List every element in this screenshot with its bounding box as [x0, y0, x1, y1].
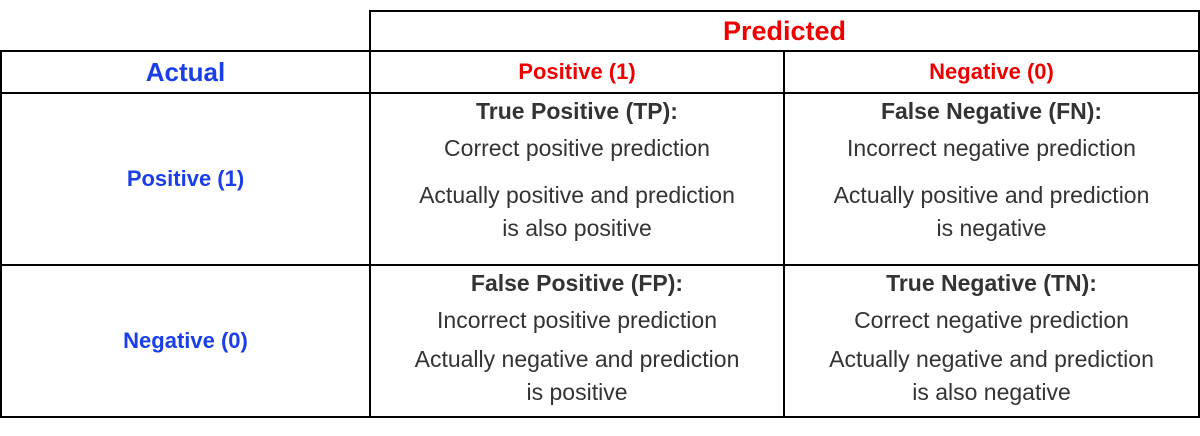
grid-line-bottom	[0, 416, 1200, 418]
row-header-negative: Negative (0)	[123, 328, 248, 353]
column-header-positive: Positive (1)	[518, 59, 636, 84]
fp-title: False Positive (FP):	[470, 270, 684, 296]
fn-long-description: Actually positive and prediction is nega…	[834, 179, 1150, 245]
fp-short-description: Incorrect positive prediction	[437, 307, 717, 333]
tn-long-line-2: is also negative	[912, 379, 1071, 405]
tn-short-description: Correct negative prediction	[854, 307, 1129, 333]
fp-long-description: Actually negative and prediction is posi…	[415, 343, 740, 409]
column-header-positive-cell: Positive (1)	[371, 52, 783, 92]
fn-long-line-2: is negative	[936, 215, 1047, 241]
cell-true-negative: True Negative (TN): Correct negative pre…	[785, 266, 1198, 416]
actual-header: Actual	[145, 56, 226, 87]
fn-long-line-1: Actually positive and prediction	[833, 182, 1150, 208]
tp-title: True Positive (TP):	[476, 98, 678, 124]
tp-long-line-1: Actually positive and prediction	[419, 182, 735, 208]
cell-false-positive: False Positive (FP): Incorrect positive …	[371, 266, 783, 416]
confusion-matrix: Predicted Actual Positive (1) Negative (…	[0, 0, 1200, 436]
tn-long-line-1: Actually negative and prediction	[829, 346, 1154, 372]
row-header-positive-cell: Positive (1)	[2, 94, 369, 264]
column-header-negative: Negative (0)	[929, 59, 1054, 84]
fn-title: False Negative (FN):	[880, 98, 1103, 124]
tn-title: True Negative (TN):	[886, 270, 1097, 296]
tp-long-line-2: is also positive	[502, 215, 652, 241]
row-header-positive: Positive (1)	[126, 166, 245, 191]
predicted-header: Predicted	[722, 15, 847, 46]
tn-long-description: Actually negative and prediction is also…	[829, 343, 1154, 409]
predicted-header-cell: Predicted	[371, 12, 1198, 50]
cell-true-positive: True Positive (TP): Correct positive pre…	[371, 94, 783, 264]
column-header-negative-cell: Negative (0)	[785, 52, 1198, 92]
actual-header-cell: Actual	[2, 52, 369, 92]
fp-long-line-1: Actually negative and prediction	[414, 346, 740, 372]
row-header-negative-cell: Negative (0)	[2, 266, 369, 416]
tp-long-description: Actually positive and prediction is also…	[419, 179, 735, 245]
cell-false-negative: False Negative (FN): Incorrect negative …	[785, 94, 1198, 264]
fp-long-line-2: is positive	[526, 379, 628, 405]
tp-short-description: Correct positive prediction	[444, 135, 710, 161]
fn-short-description: Incorrect negative prediction	[847, 135, 1136, 161]
